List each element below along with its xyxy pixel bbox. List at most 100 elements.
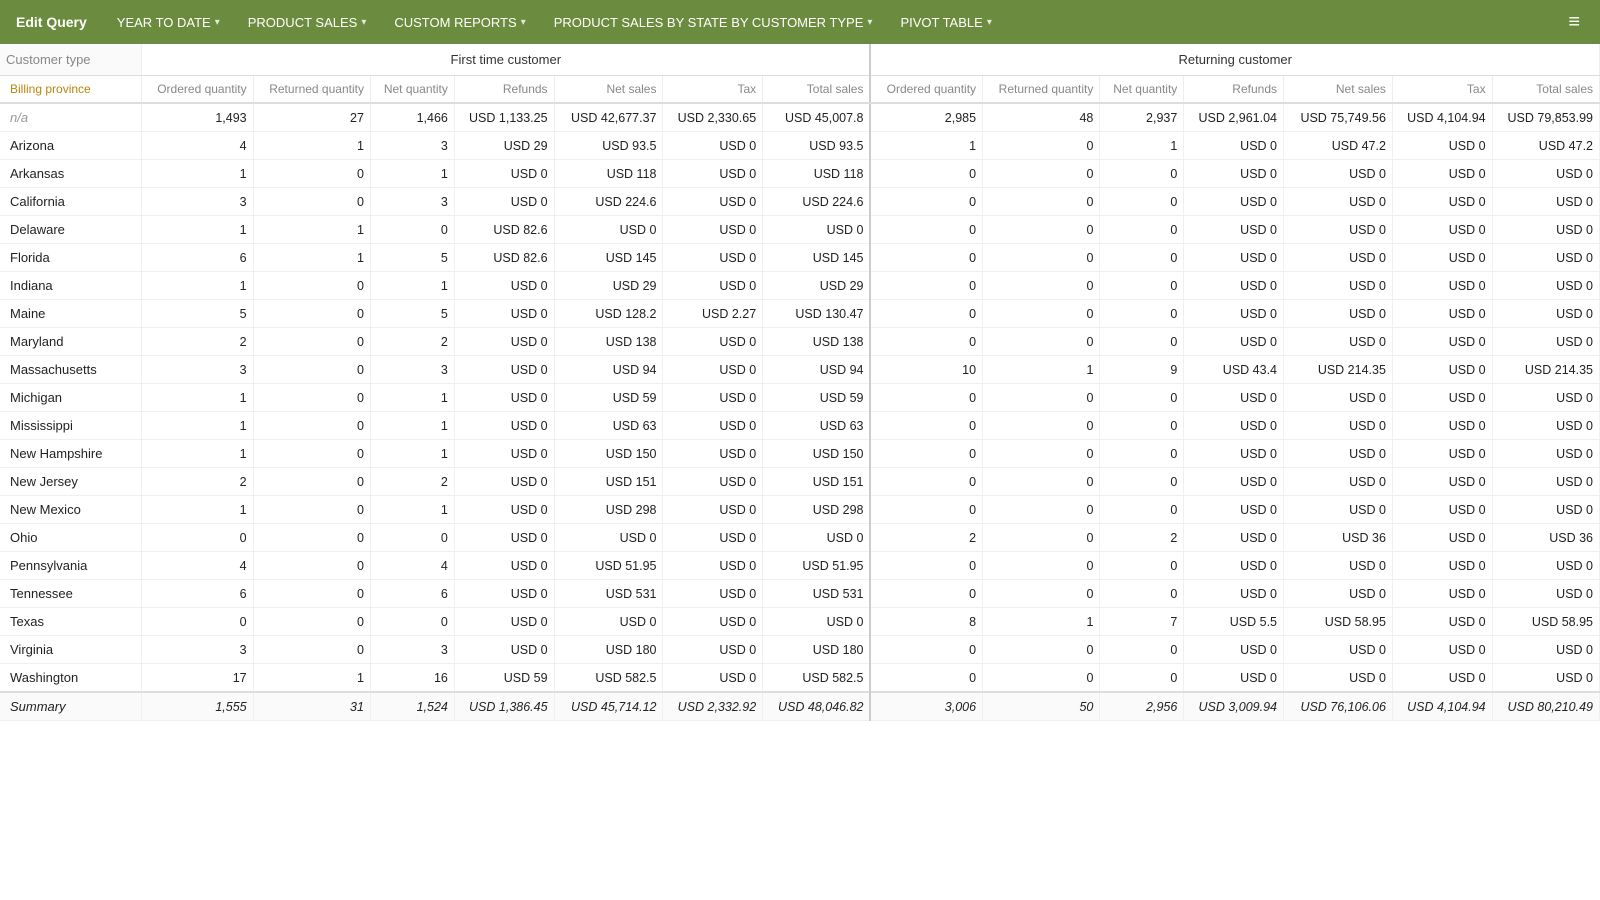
cell-ft-ts: USD 63: [763, 412, 871, 440]
cell-summary-rc-ns: USD 76,106.06: [1284, 692, 1393, 721]
cell-ft-ts: USD 93.5: [763, 132, 871, 160]
col-ft-ordered-qty: Ordered quantity: [142, 76, 254, 104]
cell-rc-nq: 0: [1100, 552, 1184, 580]
cell-province: Delaware: [0, 216, 142, 244]
col-rc-net-qty: Net quantity: [1100, 76, 1184, 104]
cell-ft-ref: USD 0: [454, 188, 554, 216]
cell-rc-ref: USD 0: [1184, 580, 1284, 608]
cell-province: California: [0, 188, 142, 216]
cell-ft-ts: USD 145: [763, 244, 871, 272]
cell-rc-ref: USD 2,961.04: [1184, 103, 1284, 132]
cell-ft-tax: USD 0: [663, 272, 763, 300]
cell-rc-nq: 1: [1100, 132, 1184, 160]
cell-rc-tax: USD 0: [1392, 552, 1492, 580]
cell-rc-nq: 0: [1100, 664, 1184, 693]
cell-ft-tax: USD 0: [663, 384, 763, 412]
cell-rc-ns: USD 75,749.56: [1284, 103, 1393, 132]
cell-ft-ns: USD 51.95: [554, 552, 663, 580]
cell-ft-nq: 16: [370, 664, 454, 693]
cell-rc-oq: 2,985: [870, 103, 982, 132]
cell-ft-ref: USD 0: [454, 440, 554, 468]
cell-ft-ref: USD 0: [454, 580, 554, 608]
cell-province: Pennsylvania: [0, 552, 142, 580]
cell-rc-ns: USD 0: [1284, 328, 1393, 356]
cell-rc-ref: USD 0: [1184, 468, 1284, 496]
cell-rc-ts: USD 0: [1492, 272, 1599, 300]
cell-ft-nq: 1: [370, 160, 454, 188]
hamburger-menu-icon[interactable]: ≡: [1560, 11, 1588, 34]
cell-ft-nq: 1: [370, 272, 454, 300]
cell-rc-ns: USD 47.2: [1284, 132, 1393, 160]
cell-ft-ref: USD 0: [454, 524, 554, 552]
cell-rc-ref: USD 0: [1184, 636, 1284, 664]
cell-ft-ts: USD 29: [763, 272, 871, 300]
cell-summary-ft-tax: USD 2,332.92: [663, 692, 763, 721]
cell-rc-tax: USD 0: [1392, 160, 1492, 188]
cell-rc-rq: 0: [983, 216, 1100, 244]
cell-ft-oq: 1: [142, 384, 254, 412]
nav-pivot-table[interactable]: PIVOT TABLE ▾: [886, 0, 1005, 44]
cell-rc-ns: USD 0: [1284, 272, 1393, 300]
col-ft-refunds: Refunds: [454, 76, 554, 104]
cell-ft-ts: USD 138: [763, 328, 871, 356]
cell-rc-ts: USD 0: [1492, 412, 1599, 440]
cell-rc-tax: USD 0: [1392, 496, 1492, 524]
cell-ft-tax: USD 0: [663, 580, 763, 608]
cell-rc-ref: USD 0: [1184, 524, 1284, 552]
cell-rc-oq: 0: [870, 580, 982, 608]
cell-ft-ref: USD 0: [454, 468, 554, 496]
cell-rc-rq: 1: [983, 356, 1100, 384]
cell-ft-ref: USD 0: [454, 272, 554, 300]
cell-summary-rc-rq: 50: [983, 692, 1100, 721]
edit-query-button[interactable]: Edit Query: [12, 14, 103, 30]
cell-rc-tax: USD 0: [1392, 132, 1492, 160]
nav-product-sales[interactable]: PRODUCT SALES ▾: [234, 0, 381, 44]
cell-rc-oq: 0: [870, 664, 982, 693]
column-subheader-row: Billing province Ordered quantity Return…: [0, 76, 1600, 104]
cell-ft-oq: 1,493: [142, 103, 254, 132]
cell-ft-nq: 3: [370, 636, 454, 664]
cell-ft-ref: USD 0: [454, 300, 554, 328]
cell-rc-ts: USD 79,853.99: [1492, 103, 1599, 132]
cell-rc-ref: USD 0: [1184, 216, 1284, 244]
cell-province: New Jersey: [0, 468, 142, 496]
cell-rc-ns: USD 0: [1284, 440, 1393, 468]
cell-ft-ns: USD 298: [554, 496, 663, 524]
cell-ft-rq: 0: [253, 412, 370, 440]
cell-ft-ts: USD 151: [763, 468, 871, 496]
cell-rc-oq: 0: [870, 440, 982, 468]
cell-rc-ref: USD 0: [1184, 188, 1284, 216]
nav-product-sales-by-state-label: PRODUCT SALES BY STATE BY CUSTOMER TYPE: [554, 15, 864, 30]
table-row: Maine 5 0 5 USD 0 USD 128.2 USD 2.27 USD…: [0, 300, 1600, 328]
cell-ft-rq: 0: [253, 160, 370, 188]
nav-year-to-date[interactable]: YEAR TO DATE ▾: [103, 0, 234, 44]
cell-rc-nq: 0: [1100, 580, 1184, 608]
cell-ft-ref: USD 0: [454, 328, 554, 356]
cell-province: Arkansas: [0, 160, 142, 188]
cell-ft-tax: USD 0: [663, 440, 763, 468]
table-row: Texas 0 0 0 USD 0 USD 0 USD 0 USD 0 8 1 …: [0, 608, 1600, 636]
cell-ft-nq: 5: [370, 300, 454, 328]
customer-type-header: Customer type: [0, 44, 142, 76]
col-ft-net-qty: Net quantity: [370, 76, 454, 104]
cell-summary-rc-oq: 3,006: [870, 692, 982, 721]
nav-product-sales-by-state[interactable]: PRODUCT SALES BY STATE BY CUSTOMER TYPE …: [540, 0, 887, 44]
cell-ft-ns: USD 59: [554, 384, 663, 412]
cell-ft-nq: 1: [370, 440, 454, 468]
cell-ft-ts: USD 45,007.8: [763, 103, 871, 132]
col-ft-returned-qty: Returned quantity: [253, 76, 370, 104]
nav-custom-reports[interactable]: CUSTOM REPORTS ▾: [380, 0, 539, 44]
cell-ft-nq: 2: [370, 328, 454, 356]
col-ft-net-sales: Net sales: [554, 76, 663, 104]
cell-ft-ns: USD 150: [554, 440, 663, 468]
cell-rc-oq: 0: [870, 272, 982, 300]
table-row: Maryland 2 0 2 USD 0 USD 138 USD 0 USD 1…: [0, 328, 1600, 356]
cell-ft-rq: 1: [253, 664, 370, 693]
cell-rc-ns: USD 0: [1284, 300, 1393, 328]
cell-ft-oq: 4: [142, 132, 254, 160]
cell-rc-ns: USD 214.35: [1284, 356, 1393, 384]
cell-rc-oq: 0: [870, 188, 982, 216]
cell-ft-ts: USD 0: [763, 216, 871, 244]
cell-rc-nq: 0: [1100, 216, 1184, 244]
cell-rc-ts: USD 0: [1492, 468, 1599, 496]
